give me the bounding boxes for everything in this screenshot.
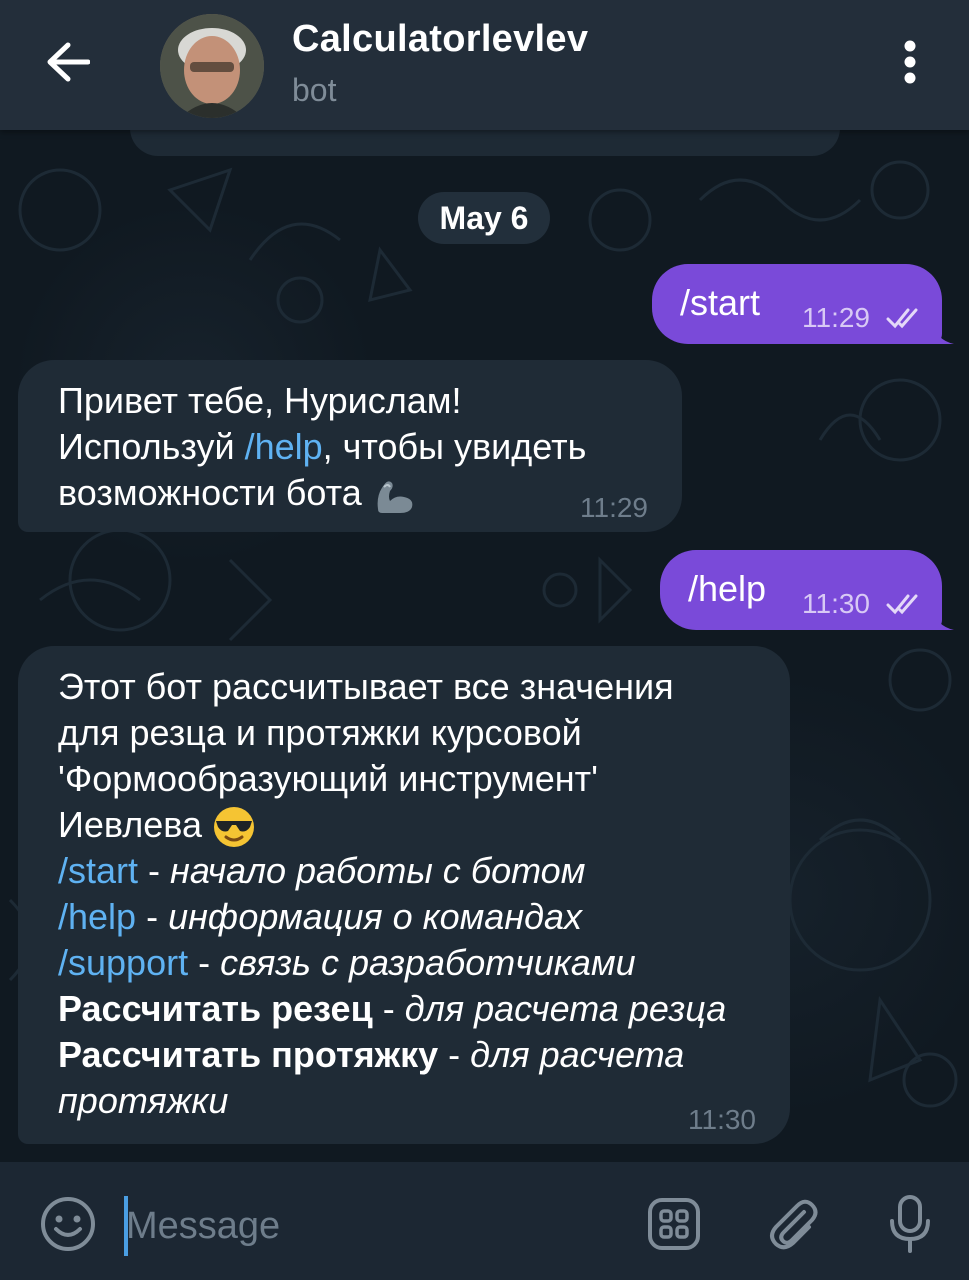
message-time: 11:29 [802,302,870,333]
message-line: 'Формообразующий инструмент' [58,758,598,799]
command-line: /start - начало работы с ботом [58,850,586,891]
message-line: Используй /help, чтобы увидеть [58,426,587,467]
incoming-message[interactable]: Привет тебе, Нурислам! Используй /help, … [18,360,682,532]
message-line: Привет тебе, Нурислам! [58,380,462,421]
avatar[interactable] [160,14,264,118]
command-line: /help - информация о командах [58,896,583,937]
double-check-icon [886,594,918,615]
voice-record-button[interactable] [878,1190,942,1258]
message-time: 11:30 [802,588,870,619]
help-command-link[interactable]: /help [245,426,323,467]
message-text: /help [688,568,767,609]
command-line: Рассчитать протяжку - для расчета [58,1034,685,1075]
start-command-link[interactable]: /start [58,850,138,891]
emoji-button[interactable] [36,1192,100,1256]
attach-button[interactable] [760,1192,824,1256]
command-line: протяжки [58,1080,229,1121]
outgoing-message[interactable]: /start 11:29 [652,264,942,344]
chat-subtitle: bot [292,72,337,108]
more-button[interactable] [884,30,936,94]
chat-title[interactable]: Calculatorlevlev [292,18,588,61]
bubble-tail [932,608,954,630]
microphone-icon [890,1195,930,1253]
double-check-icon [886,308,918,329]
date-separator: May 6 [418,192,550,244]
message-line: Этот бот рассчитывает все значения [58,666,674,707]
smiley-icon [41,1197,95,1251]
message-line: Иевлева [58,802,256,849]
bot-keyboard-button[interactable] [642,1192,706,1256]
command-line: /support - связь с разработчиками [58,942,636,983]
message-time: 11:30 [688,1104,756,1135]
outgoing-message[interactable]: /help 11:30 [660,550,942,630]
incoming-message[interactable]: Этот бот рассчитывает все значения для р… [18,646,790,1144]
command-line: Рассчитать резец - для расчета резца [58,988,727,1029]
message-line: возможности бота [58,470,416,516]
message-line: для резца и протяжки курсовой [58,712,582,753]
arrow-left-icon [47,42,90,82]
help-command-link[interactable]: /help [58,896,136,937]
more-vertical-icon [904,40,916,84]
avatar-photo [160,14,264,118]
flexed-biceps-emoji-icon [377,481,413,514]
back-button[interactable] [36,30,100,94]
message-text: /start [680,282,761,323]
bubble-tail [932,322,954,344]
support-command-link[interactable]: /support [58,942,188,983]
bot-keyboard-icon [648,1198,700,1250]
message-input[interactable] [124,1192,618,1260]
paperclip-icon [770,1199,818,1250]
sunglasses-emoji-icon [213,807,254,848]
message-time: 11:29 [580,492,648,523]
chat-header: Calculatorlevlev bot [0,0,969,130]
